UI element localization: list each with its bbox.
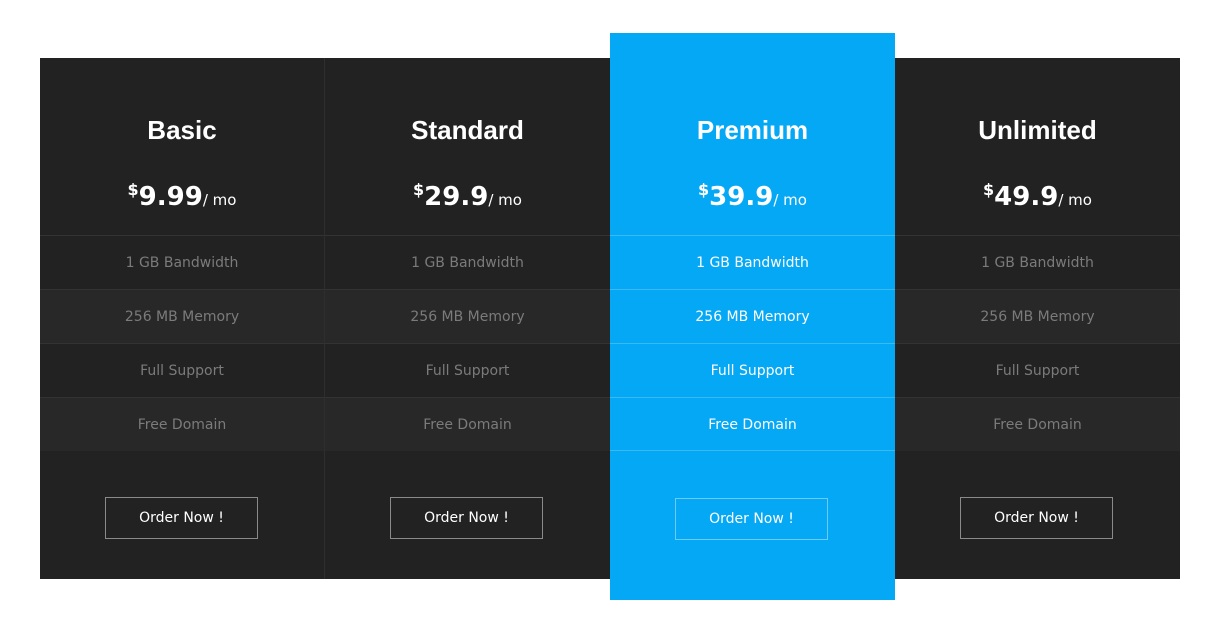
feature-item: 1 GB Bandwidth [895,235,1180,289]
order-now-button-basic[interactable]: Order Now ! [105,497,258,539]
feature-item: 1 GB Bandwidth [325,235,610,289]
plan-name: Unlimited [978,115,1097,145]
plan-name: Standard [411,115,524,145]
feature-list: 1 GB Bandwidth 256 MB Memory Full Suppor… [895,235,1180,451]
plan-price: $9.99/ mo [40,170,324,220]
plan-name: Premium [696,115,809,145]
plan-header: Basic $9.99/ mo [40,58,324,235]
price-period: / mo [202,191,237,209]
feature-item: Full Support [610,343,895,397]
feature-item: 1 GB Bandwidth [610,235,895,289]
plan-price: $29.9/ mo [325,170,610,220]
price-currency: $ [413,180,425,199]
feature-item: Free Domain [895,397,1180,451]
price-period: / mo [773,191,807,209]
feature-item: Free Domain [40,397,324,451]
price-amount: 9.99 [138,182,203,212]
plan-header: Premium $39.9/ mo [610,58,895,235]
feature-item: 256 MB Memory [610,289,895,343]
feature-item: 256 MB Memory [40,289,324,343]
feature-item: Full Support [40,343,324,397]
feature-list: 1 GB Bandwidth 256 MB Memory Full Suppor… [610,235,895,451]
plan-header: Standard $29.9/ mo [325,58,610,235]
plan-price: $39.9/ mo [610,170,895,220]
price-currency: $ [127,180,139,199]
order-now-button-standard[interactable]: Order Now ! [390,497,543,539]
feature-list: 1 GB Bandwidth 256 MB Memory Full Suppor… [325,235,610,451]
price-period: / mo [488,191,522,209]
plan-header: Unlimited $49.9/ mo [895,58,1180,235]
plan-card-standard: Standard $29.9/ mo 1 GB Bandwidth 256 MB… [325,58,610,579]
plan-name: Basic [147,115,217,145]
order-now-button-unlimited[interactable]: Order Now ! [960,497,1113,539]
feature-list: 1 GB Bandwidth 256 MB Memory Full Suppor… [40,235,324,451]
feature-item: 256 MB Memory [325,289,610,343]
order-now-button-premium[interactable]: Order Now ! [675,498,828,540]
price-amount: 29.9 [424,182,489,212]
feature-item: Full Support [895,343,1180,397]
feature-item: Free Domain [610,397,895,451]
plan-price: $49.9/ mo [895,170,1180,220]
feature-item: 256 MB Memory [895,289,1180,343]
price-period: / mo [1058,191,1092,209]
plan-card-unlimited: Unlimited $49.9/ mo 1 GB Bandwidth 256 M… [895,58,1180,579]
feature-item: 1 GB Bandwidth [40,235,324,289]
price-amount: 49.9 [994,182,1059,212]
plan-card-premium: Premium $39.9/ mo 1 GB Bandwidth 256 MB … [610,33,895,600]
plan-card-basic: Basic $9.99/ mo 1 GB Bandwidth 256 MB Me… [40,58,325,579]
feature-item: Full Support [325,343,610,397]
price-amount: 39.9 [709,182,774,212]
price-currency: $ [698,180,710,199]
feature-item: Free Domain [325,397,610,451]
price-currency: $ [983,180,995,199]
